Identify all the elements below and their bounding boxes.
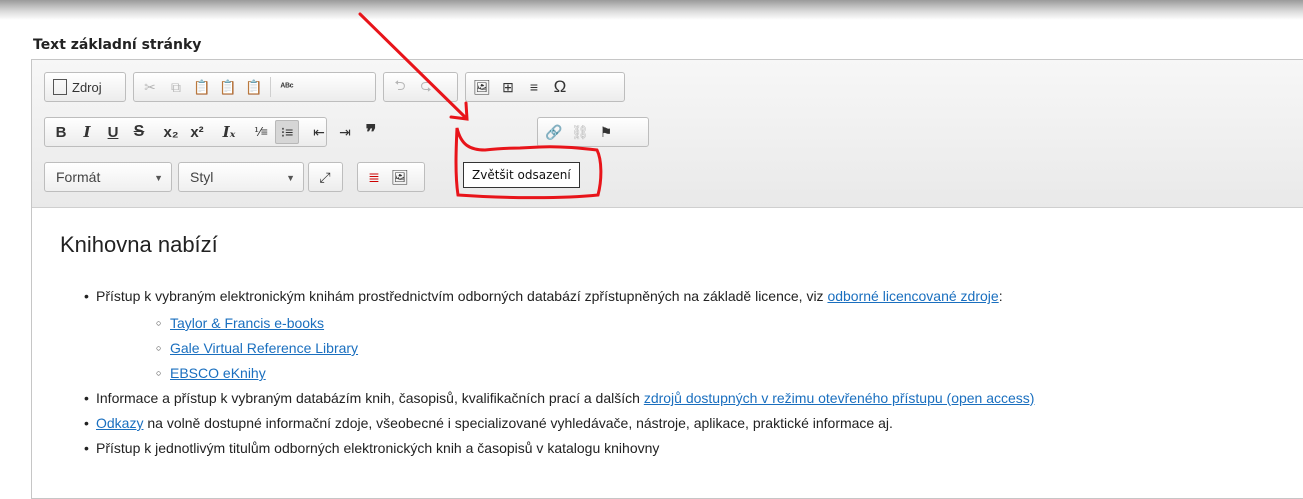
copy-icon[interactable]: ⧉ xyxy=(164,75,188,99)
superscript-icon[interactable]: x² xyxy=(185,120,209,144)
format-combo[interactable]: Formát ▼ xyxy=(44,162,172,192)
separator xyxy=(270,77,271,97)
bulleted-list-icon[interactable]: ⁝≡ xyxy=(275,120,299,144)
bullet: • xyxy=(84,415,89,431)
paste-icon[interactable]: 📋 xyxy=(190,75,214,99)
anchor-flag-icon[interactable]: ⚑ xyxy=(594,120,618,144)
list-item: • Přístup k vybraným elektronickým knihá… xyxy=(84,288,1003,304)
image-icon[interactable]: 🖼 xyxy=(470,75,494,99)
source-button-label: Zdroj xyxy=(72,79,102,95)
list-item: ○ Taylor & Francis e-books xyxy=(156,315,324,331)
numbered-list-icon[interactable]: ⅟≡ xyxy=(249,120,273,144)
list-item: ○ Gale Virtual Reference Library xyxy=(156,340,358,356)
strike-icon[interactable]: S xyxy=(127,120,151,144)
licensed-sources-link[interactable]: odborné licencované zdroje xyxy=(827,288,998,304)
style-combo-label: Styl xyxy=(190,169,214,185)
indent-icon[interactable]: ⇥ xyxy=(333,120,357,144)
chevron-down-icon: ▼ xyxy=(286,173,295,183)
bullet: • xyxy=(84,440,89,456)
list-item-text: na volně dostupné informační zdoje, všeo… xyxy=(143,415,893,431)
sub-bullet: ○ xyxy=(156,368,162,378)
style-combo[interactable]: Styl ▼ xyxy=(178,162,304,192)
field-label: Text základní stránky xyxy=(33,37,202,53)
undo-group: ⮌ ⮎ xyxy=(383,72,458,102)
bullet: • xyxy=(84,390,89,406)
list-item-suffix: : xyxy=(998,288,1003,304)
redo-icon[interactable]: ⮎ xyxy=(414,75,438,99)
sub-bullet: ○ xyxy=(156,343,162,353)
list-item: • Přístup k jednotlivým titulům odbornýc… xyxy=(84,440,660,456)
source-doc-icon xyxy=(53,79,67,95)
outdent-icon[interactable]: ⇤ xyxy=(307,120,331,144)
link-icon[interactable]: 🔗 xyxy=(542,120,566,144)
basic-styles-group: B I U S x₂ x² Iₓ ⅟≡ ⁝≡ ⇤ ⇥ ❞ xyxy=(44,117,376,147)
top-shadow xyxy=(0,0,1303,20)
editor-content: Knihovna nabízí • Přístup k vybraným ele… xyxy=(60,232,1300,456)
paste-text-icon[interactable]: 📋 xyxy=(216,75,240,99)
open-access-link[interactable]: zdrojů dostupných v režimu otevřeného př… xyxy=(644,390,1035,406)
blockquote-icon[interactable]: ❞ xyxy=(359,120,383,144)
maximize-icon[interactable]: ⤢ xyxy=(313,165,337,189)
bullet: • xyxy=(84,288,89,304)
paste-word-icon[interactable]: 📋 xyxy=(242,75,266,99)
clipboard-group: ✂ ⧉ 📋 📋 📋 ᴬᴮᶜ xyxy=(133,72,376,102)
horizontal-line-icon[interactable]: ≡ xyxy=(522,75,546,99)
format-combo-label: Formát xyxy=(56,169,101,185)
list-item-text: Informace a přístup k vybraným databázím… xyxy=(96,390,644,406)
gale-link[interactable]: Gale Virtual Reference Library xyxy=(170,340,358,356)
insert-group: 🖼 ⊞ ≡ Ω xyxy=(465,72,625,102)
image-gallery-icon[interactable]: 🖼 xyxy=(388,165,412,189)
unlink-icon[interactable]: ⛓ xyxy=(568,120,592,144)
bold-icon[interactable]: B xyxy=(49,120,73,144)
ebsco-link[interactable]: EBSCO eKnihy xyxy=(170,365,266,381)
source-group: Zdroj xyxy=(44,72,126,102)
rich-text-editor: Zdroj ✂ ⧉ 📋 📋 📋 ᴬᴮᶜ ⮌ ⮎ 🖼 ⊞ ≡ Ω B I U S … xyxy=(31,59,1303,499)
underline-icon[interactable]: U xyxy=(101,120,125,144)
sub-bullet: ○ xyxy=(156,318,162,328)
source-button[interactable]: Zdroj xyxy=(49,75,106,99)
list-item: • Informace a přístup k vybraným databáz… xyxy=(84,390,1035,406)
subscript-icon[interactable]: x₂ xyxy=(159,120,183,144)
odkazy-link[interactable]: Odkazy xyxy=(96,415,143,431)
chevron-down-icon: ▼ xyxy=(154,173,163,183)
table-icon[interactable]: ⊞ xyxy=(496,75,520,99)
taylor-francis-link[interactable]: Taylor & Francis e-books xyxy=(170,315,324,331)
cut-icon[interactable]: ✂ xyxy=(138,75,162,99)
special-char-icon[interactable]: Ω xyxy=(548,75,572,99)
maximize-group: ⤢ xyxy=(308,162,343,192)
text-underline-red-icon[interactable]: ≣ xyxy=(362,165,386,189)
list-item-text: Přístup k jednotlivým titulům odborných … xyxy=(96,440,660,456)
links-group: 🔗 ⛓ ⚑ xyxy=(537,117,649,147)
list-item-text: Přístup k vybraným elektronickým knihám … xyxy=(96,288,828,304)
list-item: ○ EBSCO eKnihy xyxy=(156,365,266,381)
undo-icon[interactable]: ⮌ xyxy=(388,75,412,99)
extras-group: ≣ 🖼 xyxy=(357,162,425,192)
remove-format-icon[interactable]: Iₓ xyxy=(217,120,241,144)
indent-tooltip: Zvětšit odsazení xyxy=(463,162,580,188)
list-item: • Odkazy na volně dostupné informační zd… xyxy=(84,415,893,431)
content-heading: Knihovna nabízí xyxy=(60,232,218,257)
italic-icon[interactable]: I xyxy=(75,120,99,144)
editor-toolbar: Zdroj ✂ ⧉ 📋 📋 📋 ᴬᴮᶜ ⮌ ⮎ 🖼 ⊞ ≡ Ω B I U S … xyxy=(32,60,1303,208)
spellcheck-icon[interactable]: ᴬᴮᶜ xyxy=(275,75,299,99)
